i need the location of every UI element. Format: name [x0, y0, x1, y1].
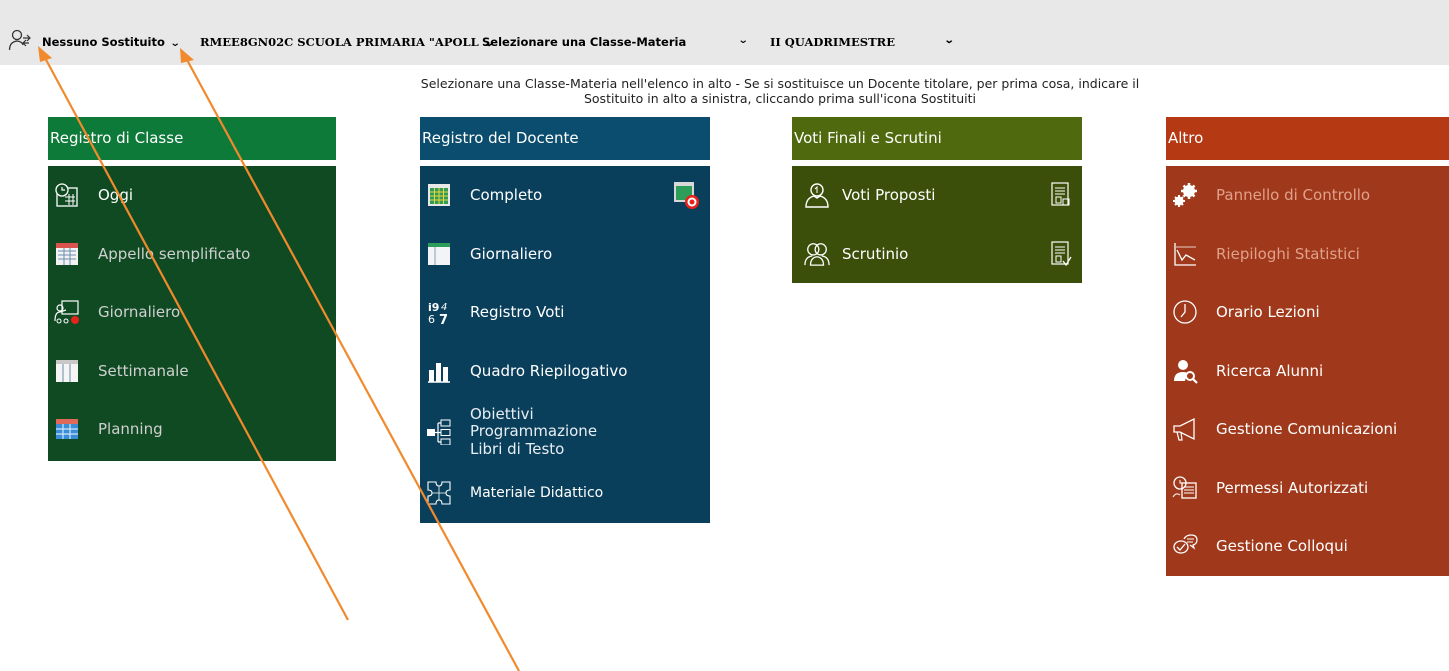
weekly-table-icon [54, 358, 80, 384]
menu-item-riepiloghi-statistici[interactable]: Riepiloghi Statistici [1166, 225, 1449, 284]
quadrimestre-select[interactable]: II QUADRIMESTRE ⌄ [770, 35, 955, 49]
panel-voti-finali: Voti Finali e Scrutini Voti Proposti Scr… [792, 117, 1082, 283]
menu-item-orario-lezioni[interactable]: Orario Lezioni [1166, 283, 1449, 342]
daily-sheet-icon [426, 241, 452, 267]
menu-item-permessi-autorizzati[interactable]: Permessi Autorizzati [1166, 459, 1449, 518]
instructions-text: Selezionare una Classe-Materia nell'elen… [380, 76, 1180, 106]
menu-item-registro-voti[interactable]: i9 4 6 7 Registro Voti [420, 283, 710, 342]
puzzle-icon [426, 480, 452, 506]
menu-item-giornaliero[interactable]: Giornaliero [420, 225, 710, 284]
menu-item-label: Completo [470, 186, 543, 205]
svg-text:7: 7 [439, 313, 448, 325]
menu-item-label: Appello semplificato [98, 244, 251, 263]
panel-title: Altro [1166, 117, 1449, 160]
menu-item-quadro-riepilogativo[interactable]: Quadro Riepilogativo [420, 342, 710, 401]
calendar-clock-icon [54, 182, 80, 208]
substitute-label: Nessuno Sostituito [42, 35, 165, 49]
grid-calendar-icon [426, 182, 452, 208]
menu-item-gestione-colloqui[interactable]: Gestione Colloqui [1166, 517, 1449, 576]
panel-body: Completo Giornaliero i9 4 6 7 Registro Voti [420, 166, 710, 523]
menu-item-gestione-comunicazioni[interactable]: Gestione Comunicazioni [1166, 400, 1449, 459]
menu-item-label: Giornaliero [98, 303, 181, 322]
menu-item-label: Scrutinio [842, 244, 909, 263]
menu-item-label: Planning [98, 420, 163, 439]
panel-body: Oggi Appello semplificato Giornaliero Se… [48, 166, 336, 461]
menu-item-appello-semplificato[interactable]: Appello semplificato [48, 225, 336, 284]
panel-title: Registro di Classe [48, 117, 336, 160]
menu-item-label-group: Obiettivi Programmazione Libri di Testo [470, 404, 598, 459]
teacher-board-icon [54, 299, 80, 325]
document-check-icon [1050, 241, 1072, 267]
panel-body: Voti Proposti Scrutinio [792, 166, 1082, 283]
menu-item-label: Quadro Riepilogativo [470, 361, 628, 380]
menu-item-pannello-controllo[interactable]: Pannello di Controllo [1166, 166, 1449, 225]
classe-materia-select[interactable]: Selezionare una Classe-Materia ⌄ [482, 35, 749, 49]
school-label: RMEE8GN02C SCUOLA PRIMARIA "APOLL [200, 35, 479, 49]
chat-icon [1172, 533, 1198, 559]
menu-item-label: Materiale Didattico [470, 485, 604, 502]
menu-item-obiettivi[interactable]: Obiettivi Programmazione Libri di Testo [420, 400, 710, 464]
users-icon [804, 241, 830, 267]
panel-body: Pannello di Controllo Riepiloghi Statist… [1166, 166, 1449, 576]
planning-grid-icon [54, 416, 80, 442]
app-root: Nessuno Sostituito ⌄ RMEE8GN02C SCUOLA PR… [0, 0, 1449, 671]
hierarchy-icon [426, 419, 452, 445]
document-grade-icon [1050, 182, 1072, 208]
chevron-down-icon: ⌄ [943, 35, 955, 46]
menu-item-completo[interactable]: Completo [420, 166, 710, 225]
menu-item-settimanale[interactable]: Settimanale [48, 342, 336, 401]
menu-item-label: Obiettivi [470, 404, 534, 423]
panel-registro-docente: Registro del Docente Completo Giornalier… [420, 117, 710, 523]
menu-item-label: Giornaliero [470, 244, 553, 263]
svg-text:4: 4 [441, 302, 447, 313]
instructions-line-2: Sostituito in alto a sinistra, cliccando… [583, 91, 977, 106]
menu-item-label: Gestione Colloqui [1216, 537, 1348, 556]
panel-title: Voti Finali e Scrutini [792, 117, 1082, 160]
menu-item-label: Ricerca Alunni [1216, 361, 1324, 380]
menu-item-label: Oggi [98, 186, 134, 205]
chevron-down-icon: ⌄ [737, 35, 749, 46]
menu-item-ricerca-alunni[interactable]: Ricerca Alunni [1166, 342, 1449, 401]
menu-item-label: Orario Lezioni [1216, 303, 1320, 322]
menu-item-giornaliero[interactable]: Giornaliero [48, 283, 336, 342]
menu-item-label: Permessi Autorizzati [1216, 478, 1369, 497]
attendance-sheet-icon [54, 241, 80, 267]
menu-item-scrutinio[interactable]: Scrutinio [792, 225, 1082, 284]
menu-item-label: Registro Voti [470, 303, 565, 322]
chevron-down-icon: ⌄ [169, 38, 181, 49]
svg-text:6: 6 [428, 313, 435, 325]
instructions-line-1: Selezionare una Classe-Materia nell'elen… [420, 76, 1140, 91]
menu-item-label: Riepiloghi Statistici [1216, 244, 1360, 263]
panel-registro-classe: Registro di Classe Oggi Appello semplifi… [48, 117, 336, 461]
top-toolbar: Nessuno Sostituito ⌄ RMEE8GN02C SCUOLA PR… [0, 0, 1449, 65]
menu-item-voti-proposti[interactable]: Voti Proposti [792, 166, 1082, 225]
substitutes-icon[interactable] [8, 28, 32, 52]
target-calendar-icon[interactable] [674, 182, 700, 210]
user-search-icon [1172, 358, 1198, 384]
substitute-select[interactable]: Nessuno Sostituito ⌄ [42, 35, 181, 49]
school-select[interactable]: RMEE8GN02C SCUOLA PRIMARIA "APOLL ⌄ [200, 35, 494, 49]
menu-item-label: Libri di Testo [470, 439, 565, 458]
grades-numbers-icon: i9 4 6 7 [426, 299, 452, 325]
megaphone-icon [1172, 416, 1198, 442]
menu-item-label: Programmazione [470, 422, 598, 441]
menu-item-label: Voti Proposti [842, 186, 936, 205]
menu-item-label: Settimanale [98, 361, 189, 380]
menu-item-planning[interactable]: Planning [48, 400, 336, 459]
menu-item-oggi[interactable]: Oggi [48, 166, 336, 225]
chart-line-icon [1172, 241, 1198, 267]
menu-item-label: Gestione Comunicazioni [1216, 420, 1398, 439]
permission-icon [1172, 475, 1198, 501]
classe-materia-label: Selezionare una Classe-Materia [482, 35, 687, 49]
panel-title: Registro del Docente [420, 117, 710, 160]
gears-icon [1172, 182, 1198, 208]
menu-item-label: Pannello di Controllo [1216, 186, 1371, 205]
panel-altro: Altro Pannello di Controllo Riepiloghi S… [1166, 117, 1449, 576]
quadrimestre-label: II QUADRIMESTRE [770, 35, 895, 49]
user-icon [804, 182, 830, 208]
clock-icon [1172, 299, 1198, 325]
bar-summary-icon [426, 358, 452, 384]
menu-item-materiale-didattico[interactable]: Materiale Didattico [420, 464, 710, 523]
